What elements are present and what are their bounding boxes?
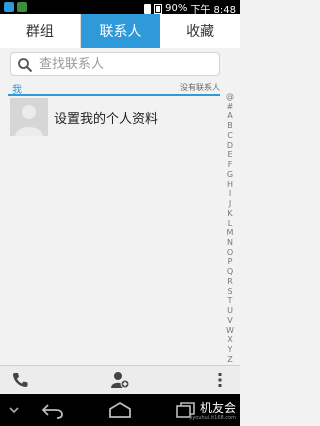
avatar — [10, 98, 48, 136]
index-letter[interactable]: # — [227, 102, 234, 111]
index-letter[interactable]: V — [227, 316, 232, 325]
profile-label: 设置我的个人资料 — [54, 112, 159, 127]
index-letter[interactable]: R — [227, 277, 233, 286]
sim-icon — [144, 3, 152, 14]
tab-groups-label: 群组 — [25, 24, 54, 40]
status-notifications — [4, 2, 27, 12]
top-tabs: 群组 联系人 收藏 — [0, 14, 240, 48]
index-letter[interactable]: L — [228, 219, 232, 228]
index-letter[interactable]: G — [227, 170, 233, 179]
app-notification-icon — [4, 2, 14, 12]
search-icon — [18, 58, 33, 73]
battery-icon — [154, 3, 163, 14]
tab-contacts-label: 联系人 — [99, 24, 142, 40]
add-contact-icon[interactable] — [110, 370, 130, 390]
index-letter[interactable]: O — [227, 248, 233, 257]
index-letter[interactable]: W — [226, 326, 234, 335]
my-profile-row[interactable]: 设置我的个人资料 — [8, 98, 220, 138]
watermark-url: jiyouhui.it168.com — [189, 415, 236, 421]
section-label: 我 — [12, 85, 22, 96]
tab-favorites[interactable]: 收藏 — [160, 14, 240, 48]
bottom-action-bar — [0, 365, 240, 393]
index-letter[interactable]: P — [228, 257, 233, 266]
section-header-me: 我 没有联系人 — [8, 80, 220, 96]
index-letter[interactable]: E — [227, 150, 232, 159]
home-icon[interactable] — [107, 400, 133, 420]
index-letter[interactable]: @ — [226, 92, 234, 101]
search-box — [10, 52, 220, 76]
section-note: 没有联系人 — [180, 83, 220, 92]
index-letter[interactable]: J — [229, 199, 231, 208]
battery-percent: 90% — [165, 3, 188, 14]
index-letter[interactable]: U — [227, 306, 233, 315]
overflow-menu-icon[interactable] — [210, 370, 230, 390]
index-letter[interactable]: F — [228, 160, 233, 169]
index-letter[interactable]: Z — [227, 355, 232, 364]
index-letter[interactable]: X — [227, 335, 232, 344]
search-input[interactable] — [39, 55, 215, 73]
tab-contacts[interactable]: 联系人 — [80, 14, 161, 48]
back-icon[interactable] — [40, 400, 66, 420]
phone-icon[interactable] — [10, 370, 30, 390]
system-nav-bar: 机友会 jiyouhui.it168.com — [0, 394, 240, 426]
status-bar: 90% 下午 8:48 — [0, 0, 240, 16]
tab-favorites-label: 收藏 — [186, 24, 215, 40]
index-letter[interactable]: S — [227, 287, 232, 296]
index-letter[interactable]: I — [229, 189, 231, 198]
tab-groups[interactable]: 群组 — [0, 14, 81, 48]
chevron-down-icon[interactable] — [8, 400, 20, 420]
index-letter[interactable]: D — [227, 141, 233, 150]
index-letter[interactable]: M — [227, 228, 234, 237]
index-letter[interactable]: A — [227, 111, 232, 120]
index-letter[interactable]: C — [227, 131, 233, 140]
alphabet-index[interactable]: @ # A B C D E F G H I J K L M N O P Q R S T U V W X Y Z — [222, 92, 238, 364]
watermark-brand: 机友会 — [199, 401, 236, 415]
index-letter[interactable]: K — [227, 209, 232, 218]
index-letter[interactable]: T — [228, 296, 233, 305]
index-letter[interactable]: B — [227, 121, 233, 130]
person-silhouette-icon — [10, 98, 48, 136]
image-notification-icon — [17, 2, 27, 12]
index-letter[interactable]: Y — [228, 345, 233, 354]
index-letter[interactable]: Q — [227, 267, 233, 276]
index-letter[interactable]: H — [227, 180, 233, 189]
index-letter[interactable]: N — [227, 238, 233, 247]
